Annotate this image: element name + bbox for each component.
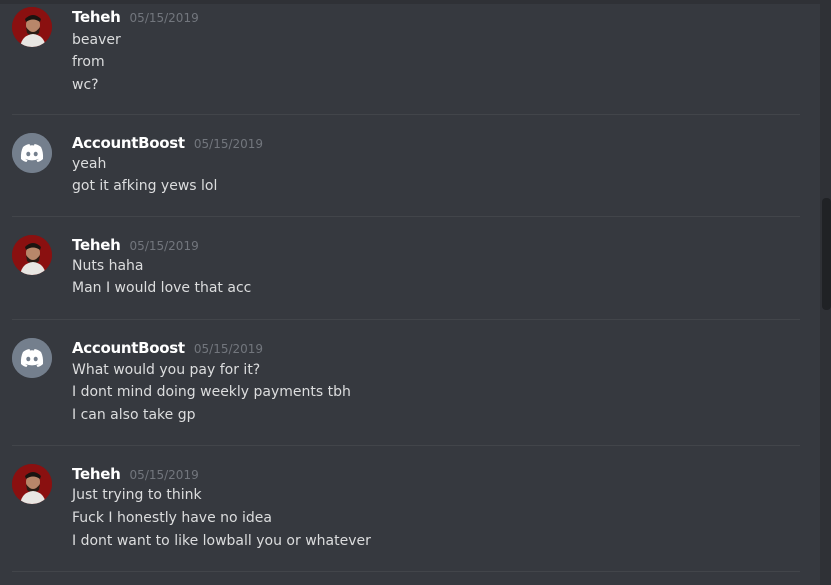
message-divider xyxy=(12,216,800,217)
message-divider xyxy=(12,571,800,572)
message-divider xyxy=(12,319,800,320)
author-line: Teheh 05/15/2019 xyxy=(72,7,199,26)
message-text: Fuck I honestly have no idea xyxy=(72,510,272,526)
user-photo-icon[interactable] xyxy=(12,235,52,275)
discord-logo-icon[interactable] xyxy=(12,133,52,173)
message-text: got it afking yews lol xyxy=(72,178,218,194)
timestamp: 05/15/2019 xyxy=(193,137,264,151)
message-text: Just trying to think xyxy=(72,487,202,503)
author-line: Teheh 05/15/2019 xyxy=(72,464,199,483)
username[interactable]: Teheh xyxy=(72,8,121,26)
message-group: AccountBoost 05/15/2019 yeah got it afki… xyxy=(12,133,800,213)
author-line: AccountBoost 05/15/2019 xyxy=(72,338,263,357)
user-photo-icon[interactable] xyxy=(12,7,52,47)
message-text: I dont want to like lowball you or whate… xyxy=(72,533,371,549)
message-text: yeah xyxy=(72,156,107,172)
timestamp: 05/15/2019 xyxy=(193,342,264,356)
user-photo-icon[interactable] xyxy=(12,464,52,504)
timestamp: 05/15/2019 xyxy=(129,468,199,482)
message-divider xyxy=(12,114,800,115)
message-text: I can also take gp xyxy=(72,407,196,423)
message-group: AccountBoost 05/15/2019 What would you p… xyxy=(12,338,800,438)
author-line: Teheh 05/15/2019 xyxy=(72,235,199,254)
timestamp: 05/15/2019 xyxy=(129,11,199,25)
message-text: What would you pay for it? xyxy=(72,362,261,378)
message-group: Teheh 05/15/2019 beaver from wc? xyxy=(12,7,800,107)
username[interactable]: AccountBoost xyxy=(72,339,185,357)
message-divider xyxy=(12,445,800,446)
top-edge xyxy=(0,0,831,4)
username[interactable]: Teheh xyxy=(72,465,121,483)
message-text: beaver xyxy=(72,32,121,48)
message-group: Teheh 05/15/2019 Nuts haha Man I would l… xyxy=(12,235,800,315)
message-text: from xyxy=(72,54,105,70)
discord-logo-icon[interactable] xyxy=(12,338,52,378)
chat-messages-pane: Teheh 05/15/2019 beaver from wc? Account… xyxy=(0,0,831,585)
message-text: wc? xyxy=(72,77,99,93)
message-text: I dont mind doing weekly payments tbh xyxy=(72,384,351,400)
author-line: AccountBoost 05/15/2019 xyxy=(72,133,263,152)
timestamp: 05/15/2019 xyxy=(129,239,199,253)
message-text: Man I would love that acc xyxy=(72,280,252,296)
username[interactable]: AccountBoost xyxy=(72,134,185,152)
message-group: Teheh 05/15/2019 Just trying to think Fu… xyxy=(12,464,800,564)
scrollbar-thumb[interactable] xyxy=(822,198,831,310)
username[interactable]: Teheh xyxy=(72,236,121,254)
message-text: Nuts haha xyxy=(72,258,144,274)
